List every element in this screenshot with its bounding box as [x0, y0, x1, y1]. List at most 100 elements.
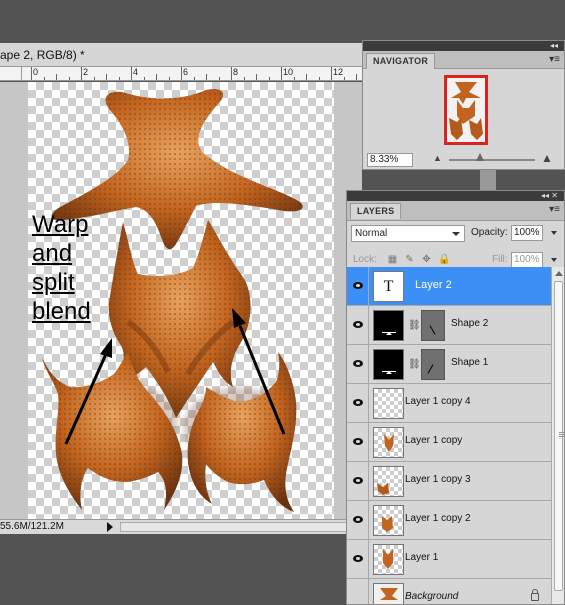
layer-name[interactable]: Layer 2 — [415, 279, 452, 291]
layer-row-layer-1-copy-4[interactable]: Layer 1 copy 4 — [347, 384, 551, 423]
grip-icon — [559, 432, 564, 433]
ruler-number: 8 — [233, 67, 239, 77]
visibility-toggle[interactable] — [347, 579, 369, 604]
lock-transparent-pixels-icon[interactable]: ▦ — [387, 254, 398, 265]
layer-row-layer-1[interactable]: Layer 1 — [347, 540, 551, 579]
canvas-text-line-1: Warp — [32, 211, 89, 238]
panel-menu-icon[interactable]: ▾≡ — [549, 54, 560, 65]
status-bar: 55.6M/121.2M — [0, 519, 362, 534]
layer-name[interactable]: Background — [405, 591, 458, 602]
ruler-major-tick — [231, 67, 232, 80]
horizontal-scrollbar[interactable] — [120, 522, 358, 532]
ruler-number: 10 — [283, 67, 294, 77]
layer-name[interactable]: Layer 1 copy 3 — [405, 474, 471, 485]
lock-icon — [531, 589, 539, 601]
link-chain-icon[interactable]: ⛓ — [408, 359, 421, 370]
visibility-toggle[interactable] — [347, 345, 369, 383]
starfish-thumbnail-image — [384, 434, 394, 452]
eye-icon — [353, 516, 363, 523]
ruler-major-tick — [181, 67, 182, 80]
zoom-level-field[interactable]: 8.33% — [367, 153, 413, 167]
zoom-slider-track[interactable] — [449, 159, 535, 161]
visibility-toggle[interactable] — [347, 462, 369, 500]
background-thumbnail — [373, 583, 404, 604]
visibility-toggle[interactable] — [347, 540, 369, 578]
tab-layers[interactable]: LAYERS — [350, 203, 402, 219]
navigator-thumbnail[interactable] — [444, 75, 488, 145]
mask-shape — [427, 364, 434, 374]
visibility-toggle[interactable] — [347, 501, 369, 539]
collapse-panel-icon[interactable]: ◂◂ — [550, 41, 558, 51]
ruler-minor-tick — [343, 77, 345, 80]
layers-vertical-scrollbar[interactable] — [551, 267, 564, 604]
blend-mode-select[interactable]: Normal — [351, 225, 465, 242]
ruler-minor-tick — [206, 74, 207, 80]
layers-menu-icon[interactable]: ▾≡ — [549, 204, 560, 215]
layer-name[interactable]: Shape 1 — [451, 357, 488, 368]
zoom-slider-handle[interactable] — [476, 153, 484, 161]
layer-name[interactable]: Layer 1 — [405, 552, 438, 563]
fill-thumbnail[interactable] — [373, 310, 404, 341]
panel-divider — [480, 170, 496, 190]
layer-name[interactable]: Layer 1 copy 4 — [405, 396, 471, 407]
layer-row-shape-1[interactable]: ⛓ Shape 1 — [347, 345, 551, 384]
layer-row-shape-2[interactable]: ⛓ Shape 2 — [347, 306, 551, 345]
navigator-panel-dock-bar[interactable]: ◂◂ — [363, 41, 564, 51]
ruler-major-tick — [31, 67, 32, 80]
tab-navigator[interactable]: NAVIGATOR — [366, 53, 436, 69]
link-chain-icon[interactable]: ⛓ — [408, 320, 421, 331]
lock-image-pixels-icon[interactable]: ✎ — [404, 254, 415, 265]
ruler-major-tick — [281, 67, 282, 80]
ruler-minor-tick — [143, 77, 145, 80]
document-tab[interactable]: ape 2, RGB/8) * — [0, 43, 362, 67]
ruler-number: 6 — [183, 67, 189, 77]
fill-field[interactable]: 100% — [511, 252, 543, 268]
lock-position-icon[interactable]: ✥ — [421, 254, 432, 265]
layer-name[interactable]: Layer 1 copy 2 — [405, 513, 471, 524]
zoom-out-icon[interactable]: ▲ — [433, 153, 442, 163]
opacity-dropdown-icon[interactable] — [551, 231, 557, 235]
opacity-field[interactable]: 100% — [511, 225, 543, 241]
status-menu-arrow-icon[interactable] — [107, 522, 113, 532]
layer-name[interactable]: Shape 2 — [451, 318, 488, 329]
levels-icon — [382, 332, 396, 336]
blend-mode-value: Normal — [355, 228, 388, 239]
mask-shape — [429, 325, 436, 335]
document-canvas[interactable]: Warp and split blend — [28, 82, 334, 519]
vector-mask-thumbnail[interactable] — [421, 349, 445, 380]
visibility-toggle[interactable] — [347, 267, 369, 305]
ruler-origin[interactable] — [0, 67, 22, 81]
visibility-toggle[interactable] — [347, 384, 369, 422]
canvas-area[interactable]: Warp and split blend — [0, 82, 362, 519]
zoom-in-icon[interactable]: ▲ — [541, 151, 553, 165]
scrollbar-thumb[interactable] — [554, 281, 564, 591]
layer-row-background[interactable]: Background — [347, 579, 551, 604]
layer-row-layer-1-copy-2[interactable]: Layer 1 copy 2 — [347, 501, 551, 540]
visibility-toggle[interactable] — [347, 423, 369, 461]
eye-icon — [353, 321, 363, 328]
canvas-text-line-2: and — [32, 240, 73, 267]
horizontal-ruler[interactable]: 0 2 4 6 8 10 12 — [22, 67, 362, 81]
navigator-panel: ◂◂ NAVIGATOR ▾≡ 8.33% ▲ ▲ — [362, 40, 565, 170]
chevron-down-icon — [452, 232, 460, 236]
lock-all-icon[interactable]: 🔒 — [438, 254, 450, 265]
layers-panel-dock-bar[interactable]: ◂◂ ✕ — [347, 191, 564, 201]
layer-row-layer-1-copy-3[interactable]: Layer 1 copy 3 — [347, 462, 551, 501]
fill-dropdown-icon[interactable] — [551, 258, 557, 262]
starfish-thumbnail-image — [383, 549, 393, 569]
fill-thumbnail[interactable] — [373, 349, 404, 380]
collapse-layers-icon[interactable]: ◂◂ ✕ — [541, 191, 558, 201]
ruler-minor-tick — [193, 77, 195, 80]
visibility-toggle[interactable] — [347, 306, 369, 344]
warp-and-split-blend-text[interactable]: Warp and split blend — [32, 210, 91, 326]
ruler-number: 12 — [333, 67, 344, 77]
layer-thumbnail — [373, 427, 404, 458]
vector-mask-thumbnail[interactable] — [421, 310, 445, 341]
layer-row-layer-1-copy[interactable]: Layer 1 copy — [347, 423, 551, 462]
layer-row-layer-2[interactable]: T Layer 2 — [347, 267, 551, 306]
layers-tab-bar: LAYERS ▾≡ — [347, 201, 564, 221]
layer-name[interactable]: Layer 1 copy — [405, 435, 462, 446]
ruler-minor-tick — [118, 77, 120, 80]
ruler-minor-tick — [318, 77, 320, 80]
scroll-up-icon[interactable] — [555, 271, 563, 276]
